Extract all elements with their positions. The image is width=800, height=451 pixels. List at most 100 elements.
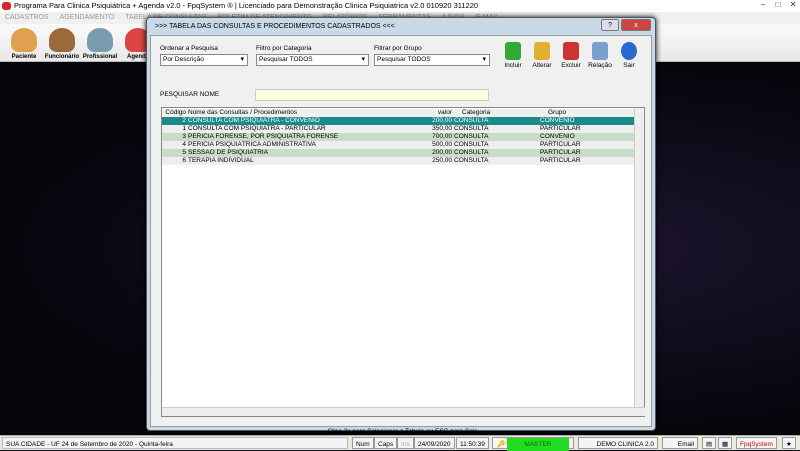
maximize-button[interactable]: □: [771, 0, 785, 10]
column-header[interactable]: Código: [162, 109, 186, 117]
vertical-scrollbar[interactable]: [634, 108, 644, 408]
table-cell: 350,00: [432, 125, 452, 132]
action-label: Excluir: [561, 62, 581, 69]
action-button[interactable]: Incluir: [499, 42, 527, 69]
toolbar-button[interactable]: Funcionário: [42, 28, 82, 60]
table-cell: 2: [182, 117, 186, 124]
toolbar-icon: [87, 28, 113, 52]
table-cell: CONSULTA: [454, 125, 489, 132]
action-button[interactable]: Relação: [586, 42, 614, 69]
toolbar-button[interactable]: Paciente: [4, 28, 44, 60]
print-icon[interactable]: ▤: [702, 437, 716, 449]
category-label: Filtro por Categoria: [256, 45, 312, 52]
table-cell: PERICIA PSIQUIÁTRICA ADMINISTRATIVA: [188, 141, 316, 148]
email-button[interactable]: Email: [662, 437, 698, 449]
app-title-bar: Programa Para Clinica Psiquiátrica + Age…: [0, 0, 800, 12]
action-button[interactable]: Alterar: [528, 42, 556, 69]
procedures-dialog: >>> TABELA DAS CONSULTAS E PROCEDIMENTOS…: [146, 17, 656, 435]
table-row[interactable]: 3 PERICIA FORENSE, POR PSIQUIATRA FORENSE…: [162, 133, 634, 141]
table-cell: SESSÃO DE PSIQUIATRIA: [188, 149, 269, 156]
toolbar-icon: [11, 28, 37, 52]
table-cell: 6: [182, 157, 186, 164]
table-cell: CONSULTA: [454, 149, 489, 156]
action-icon: [563, 42, 579, 60]
status-bar: SUA CIDADE - UF 24 de Setembro de 2020 -…: [0, 435, 800, 451]
minimize-button[interactable]: –: [756, 0, 770, 10]
action-label: Alterar: [532, 62, 552, 69]
table-cell: CONSULTA: [454, 133, 489, 140]
action-label: Incluir: [504, 62, 522, 69]
search-label: PESQUISAR NOME: [160, 91, 220, 98]
table-cell: CONSULTA: [454, 141, 489, 148]
group-label: Filtrar por Grupo: [374, 45, 422, 52]
action-button[interactable]: Sair: [615, 42, 643, 69]
table-cell: 1: [182, 125, 186, 132]
dialog-footer-hint: Clica 2x para Selecionar a Tabela ou ESC…: [327, 428, 477, 435]
status-city-date: SUA CIDADE - UF 24 de Setembro de 2020 -…: [2, 437, 348, 449]
status-time: 11:50:39: [456, 437, 489, 449]
order-label: Ordenar a Pesquisa: [160, 45, 218, 52]
table-cell: PARTICULAR: [540, 141, 581, 148]
table-cell: 3: [182, 133, 186, 140]
action-icon: [621, 42, 637, 60]
dialog-title: >>> TABELA DAS CONSULTAS E PROCEDIMENTOS…: [155, 23, 395, 30]
action-button[interactable]: Excluir: [557, 42, 585, 69]
menu-item[interactable]: AGENDAMENTO: [60, 14, 115, 21]
horizontal-scrollbar[interactable]: [162, 407, 645, 416]
order-select[interactable]: Por Descrição: [160, 54, 248, 66]
help-button[interactable]: ?: [601, 19, 620, 31]
toolbar-label: Funcionário: [44, 54, 80, 60]
table-cell: PARTICULAR: [540, 149, 581, 156]
table-row[interactable]: 1 CONSULTA COM PSIQUIATRA - PARTICULAR 350…: [162, 125, 634, 133]
table-cell: CONSULTA COM PSIQUIATRA - CONVENIO: [188, 117, 320, 124]
column-header[interactable]: Categoria: [462, 109, 548, 117]
table-row[interactable]: 2 CONSULTA COM PSIQUIATRA - CONVENIO 200,0…: [162, 117, 634, 125]
calculator-icon[interactable]: ▦: [718, 437, 732, 449]
toolbar-icon: [49, 28, 75, 52]
status-date: 24/09/2020: [414, 437, 455, 449]
search-input[interactable]: [255, 89, 489, 101]
table-cell: CONSULTA COM PSIQUIATRA - PARTICULAR: [188, 125, 326, 132]
info-icon[interactable]: ★: [782, 437, 796, 449]
table-cell: 5: [182, 149, 186, 156]
table-cell: 250,00: [432, 157, 452, 164]
status-database: DEMO CLINICA 2.0: [578, 437, 658, 449]
action-icon: [592, 42, 608, 60]
action-label: Relação: [588, 62, 612, 69]
table-cell: 200,00: [432, 149, 452, 156]
status-caps: Caps: [374, 437, 398, 449]
table-cell: CONSULTA: [454, 117, 489, 124]
toolbar-label: Profissional: [82, 54, 118, 60]
close-button[interactable]: ✕: [786, 0, 800, 10]
menu-item[interactable]: CADASTROS: [5, 14, 49, 21]
dialog-close-button[interactable]: x: [621, 19, 651, 31]
column-header[interactable]: valor: [406, 109, 452, 117]
table-cell: CONSULTA: [454, 157, 489, 164]
column-header[interactable]: Nome das Consultas / Procedimentos: [188, 109, 404, 117]
table-cell: 4: [182, 141, 186, 148]
status-ins: Ins: [397, 437, 414, 449]
status-num: Num: [352, 437, 374, 449]
table-cell: CONVENIO: [540, 117, 575, 124]
brand-label: FpqSystem: [736, 437, 777, 449]
table-cell: TERAPIA INDIVIDUAL: [188, 157, 254, 164]
table-row[interactable]: 5 SESSÃO DE PSIQUIATRIA 200,00 CONSULTA PART…: [162, 149, 634, 157]
dialog-panel: Ordenar a Pesquisa Por Descrição Filtro …: [150, 35, 652, 435]
category-select[interactable]: Pesquisar TODOS: [256, 54, 369, 66]
table-cell: CONVENIO: [540, 133, 575, 140]
column-header[interactable]: Grupo: [548, 109, 640, 117]
table-cell: PARTICULAR: [540, 125, 581, 132]
table-cell: 500,00: [432, 141, 452, 148]
procedures-table[interactable]: Código Nome das Consultas / Procedimento…: [161, 107, 645, 417]
toolbar-button[interactable]: Profissional: [80, 28, 120, 60]
table-row[interactable]: 4 PERICIA PSIQUIÁTRICA ADMINISTRATIVA 500,…: [162, 141, 634, 149]
table-cell: 200,00: [432, 117, 452, 124]
action-icon: [534, 42, 550, 60]
status-user-label: MASTER: [506, 438, 569, 451]
table-header: Código Nome das Consultas / Procedimento…: [162, 109, 634, 117]
group-select[interactable]: Pesquisar TODOS: [374, 54, 490, 66]
app-icon: [2, 2, 11, 10]
table-row[interactable]: 6 TERAPIA INDIVIDUAL 250,00 CONSULTA PARTICU…: [162, 157, 634, 165]
action-icon: [505, 42, 521, 60]
toolbar-label: Paciente: [11, 54, 37, 60]
